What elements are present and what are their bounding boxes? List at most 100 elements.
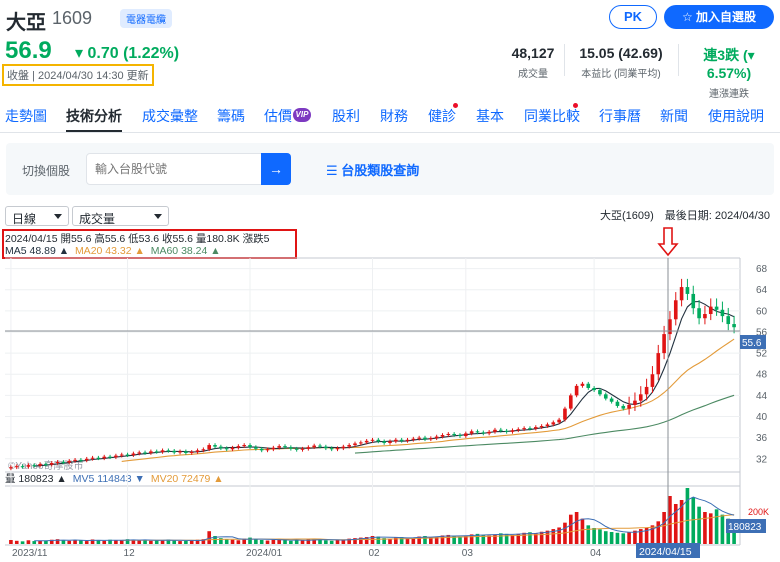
candle-body bbox=[364, 440, 369, 443]
candle-body bbox=[318, 445, 322, 447]
candle-body bbox=[277, 446, 281, 448]
volume-bar bbox=[20, 541, 25, 544]
candle-body bbox=[230, 447, 235, 450]
candle-body bbox=[125, 454, 130, 456]
volume-bar bbox=[172, 540, 177, 544]
volume-bar bbox=[160, 540, 165, 544]
candle-body bbox=[172, 450, 177, 453]
candle-body bbox=[714, 306, 719, 310]
y-tick-label: 32 bbox=[756, 454, 768, 465]
volume-bar bbox=[102, 540, 107, 544]
candle-body bbox=[627, 404, 631, 409]
y-tick-label: 52 bbox=[756, 349, 768, 360]
candle-body bbox=[498, 429, 503, 431]
volume-bar bbox=[254, 539, 258, 544]
candle-body bbox=[96, 457, 101, 459]
crosshair-price-text: 55.6 bbox=[742, 338, 762, 349]
volume-bar bbox=[510, 534, 515, 544]
volume-bar bbox=[283, 540, 287, 544]
candle-body bbox=[504, 430, 509, 432]
volume-bar bbox=[615, 532, 620, 544]
candle-body bbox=[84, 458, 89, 461]
candle-body bbox=[458, 435, 462, 437]
candle-body bbox=[557, 419, 561, 423]
candle-body bbox=[178, 451, 182, 453]
x-tick-label: 2023/11 bbox=[12, 548, 48, 559]
candle-body bbox=[55, 461, 60, 464]
volume-bar bbox=[714, 509, 719, 544]
candle-body bbox=[440, 435, 445, 437]
candle-body bbox=[533, 427, 538, 429]
volume-bar bbox=[73, 540, 77, 544]
candle-body bbox=[475, 431, 480, 433]
candle-body bbox=[516, 429, 521, 431]
candle-body bbox=[242, 445, 247, 447]
candle-body bbox=[399, 439, 404, 441]
volume-bar bbox=[230, 539, 235, 544]
candle-body bbox=[568, 395, 573, 409]
volume-bar bbox=[9, 540, 13, 544]
candle-body bbox=[102, 456, 107, 459]
candle-body bbox=[592, 387, 596, 391]
candle-body bbox=[598, 390, 602, 395]
candle-body bbox=[708, 306, 713, 315]
y-tick-label: 44 bbox=[756, 391, 768, 402]
crosshair-vol-text: 180823 bbox=[728, 522, 762, 533]
candle-body bbox=[20, 466, 25, 468]
mv20-value: MV20 72479 ▲ bbox=[151, 473, 224, 485]
candle-body bbox=[429, 438, 433, 440]
candle-body bbox=[335, 448, 340, 450]
volume-bar bbox=[265, 540, 270, 544]
candle-body bbox=[691, 293, 696, 309]
candle-body bbox=[668, 319, 672, 335]
volume-bar bbox=[79, 540, 83, 544]
volume-bar bbox=[685, 488, 690, 544]
volume-bar bbox=[329, 540, 334, 544]
candle-body bbox=[300, 448, 305, 450]
candle-body bbox=[539, 426, 544, 428]
volume-bar bbox=[592, 528, 596, 544]
mv5-value: MV5 114843 ▼ bbox=[73, 473, 145, 485]
volume-bar bbox=[289, 540, 293, 544]
y-tick-label: 60 bbox=[756, 306, 768, 317]
technical-chart[interactable]: ©Yahoo奇摩股市 量 180823 ▲ MV5 114843 ▼ MV20 72… bbox=[0, 0, 780, 562]
volume-bar bbox=[149, 540, 153, 544]
candle-body bbox=[265, 449, 270, 451]
volume-bar bbox=[184, 540, 188, 544]
y-tick-label: 40 bbox=[756, 412, 768, 423]
volume-bar bbox=[114, 540, 118, 544]
candle-body bbox=[493, 429, 497, 432]
candle-body bbox=[394, 439, 398, 442]
candle-body bbox=[149, 451, 153, 453]
volume-bar bbox=[522, 532, 526, 544]
volume-bar bbox=[236, 540, 241, 544]
vol-value: 量 180823 ▲ bbox=[5, 473, 67, 485]
candle-body bbox=[703, 314, 707, 319]
candle-body bbox=[160, 450, 165, 452]
volume-bar bbox=[568, 514, 573, 544]
candle-body bbox=[469, 431, 474, 434]
candle-body bbox=[184, 451, 188, 453]
candle-body bbox=[528, 428, 532, 430]
candle-body bbox=[679, 287, 684, 301]
volume-readout: 量 180823 ▲ MV5 114843 ▼ MV20 72479 ▲ bbox=[5, 473, 224, 485]
candle-body bbox=[32, 465, 37, 467]
candle-body bbox=[324, 446, 328, 449]
candle-body bbox=[551, 422, 556, 425]
candle-body bbox=[638, 394, 643, 401]
candle-body bbox=[329, 448, 334, 450]
x-tick-label: 03 bbox=[462, 548, 474, 559]
volume-bar bbox=[609, 532, 614, 544]
volume-bar bbox=[668, 496, 672, 544]
candle-body bbox=[464, 433, 468, 437]
candle-body bbox=[289, 447, 293, 449]
candle-body bbox=[49, 463, 54, 465]
volume-bar bbox=[458, 536, 462, 544]
candle-body bbox=[108, 456, 112, 458]
candle-body bbox=[189, 451, 194, 453]
candle-body bbox=[195, 450, 200, 452]
volume-bar bbox=[324, 540, 328, 544]
volume-bar bbox=[335, 540, 340, 544]
candle-body bbox=[143, 452, 147, 454]
candle-body bbox=[732, 324, 736, 328]
